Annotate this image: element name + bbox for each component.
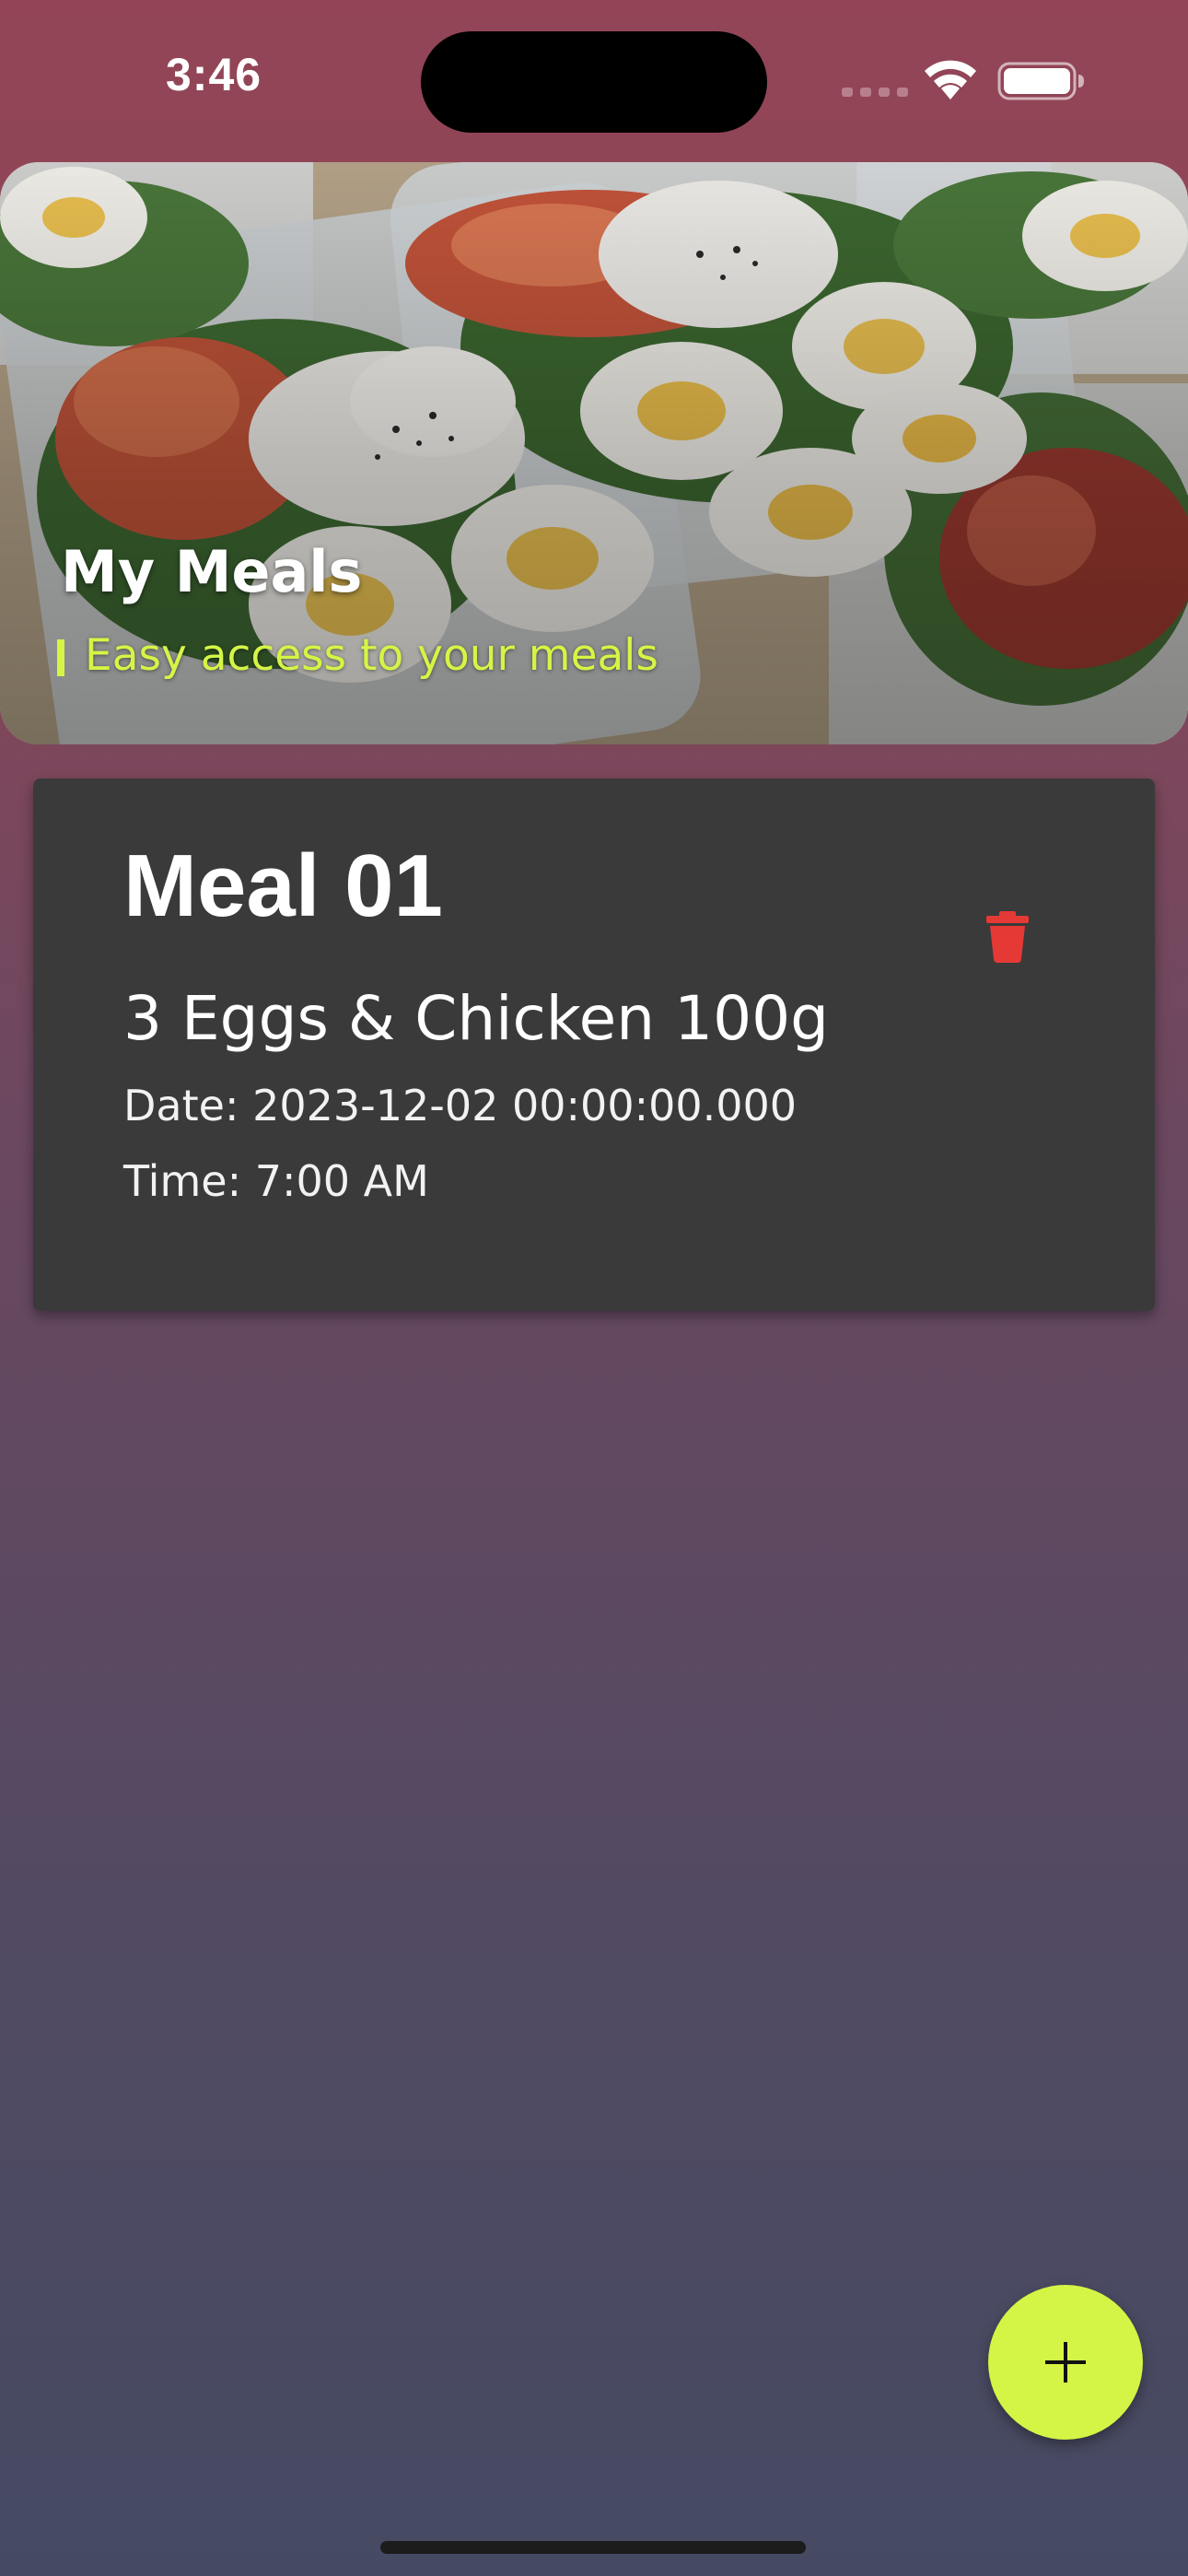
home-indicator[interactable]: [380, 2541, 806, 2554]
page-subtitle: Easy access to your meals: [85, 630, 658, 681]
status-time: 3:46: [166, 49, 262, 100]
signal-icon: [842, 88, 908, 97]
meal-description: 3 Eggs & Chicken 100g: [123, 983, 829, 1054]
dynamic-island: [421, 31, 767, 133]
meal-time: Time: 7:00 AM: [123, 1156, 429, 1206]
meal-name: Meal 01: [123, 837, 443, 935]
meal-date: Date: 2023-12-02 00:00:00.000: [123, 1081, 798, 1130]
battery-icon: [997, 62, 1084, 100]
wifi-icon: [925, 60, 976, 100]
plus-icon: [1045, 2342, 1086, 2383]
page-title: My Meals: [61, 538, 363, 605]
delete-meal-button[interactable]: [971, 900, 1044, 974]
add-meal-button[interactable]: [988, 2285, 1143, 2440]
subtitle-accent-bar: [57, 639, 64, 676]
meal-card[interactable]: Meal 01 3 Eggs & Chicken 100g Date: 2023…: [33, 779, 1155, 1311]
trash-icon: [986, 911, 1029, 963]
